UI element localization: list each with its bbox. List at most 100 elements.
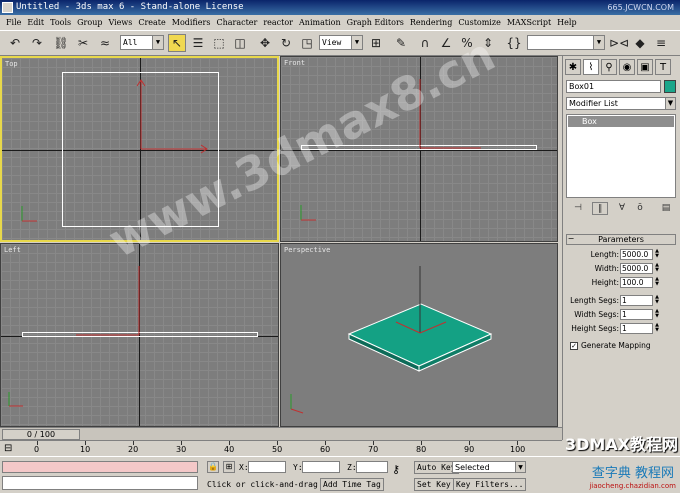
stack-item-box[interactable]: Box <box>568 116 674 127</box>
menu-help[interactable]: Help <box>554 18 579 27</box>
modify-tab-icon[interactable]: ⌇ <box>583 59 599 75</box>
z-coord-field[interactable] <box>356 461 388 473</box>
viewport-left[interactable]: Left <box>0 243 279 427</box>
motion-tab-icon[interactable]: ◉ <box>619 59 635 75</box>
param-height: Height: 100.0 ▲ ▼ <box>591 276 660 288</box>
modifier-stack[interactable]: Box <box>566 114 676 198</box>
absolute-mode-icon[interactable]: ⊞ <box>223 461 235 473</box>
tick-label: 10 <box>80 445 91 454</box>
open-mini-curve-editor-icon[interactable]: ⊟ <box>4 443 18 455</box>
menu-graph-editors[interactable]: Graph Editors <box>344 18 407 27</box>
hierarchy-tab-icon[interactable]: ⚲ <box>601 59 617 75</box>
spinner-icon[interactable]: ▲ ▼ <box>654 323 660 334</box>
select-and-move-icon[interactable]: ✥ <box>256 34 274 52</box>
y-coord-field[interactable] <box>302 461 340 473</box>
checkmark-icon[interactable]: ✓ <box>570 342 578 350</box>
modifier-list-dropdown[interactable]: Modifier List ▼ <box>566 97 676 110</box>
selection-filter-dropdown[interactable]: All ▼ <box>120 35 164 50</box>
tick-label: 0 <box>34 445 40 454</box>
length-field[interactable]: 5000.0 <box>620 249 653 260</box>
status-prompt: Click or click-and-drag <box>207 480 318 489</box>
maxscript-listener-mini[interactable] <box>2 461 198 473</box>
parameters-rollout-header[interactable]: Parameters <box>566 234 676 245</box>
bind-to-space-warp-icon[interactable]: ≈ <box>96 34 114 52</box>
reference-coord-dropdown[interactable]: View ▼ <box>319 35 363 50</box>
object-color-swatch[interactable] <box>664 80 676 93</box>
generate-mapping-checkbox[interactable]: ✓ Generate Mapping <box>570 341 651 350</box>
collapse-icon[interactable]: − <box>566 234 576 245</box>
select-and-link-icon[interactable]: ⛓ <box>52 34 70 52</box>
spinner-icon[interactable]: ▲ ▼ <box>654 249 660 260</box>
spinner-icon[interactable]: ▲ ▼ <box>654 263 660 274</box>
param-length-segs: Length Segs: 1 ▲ ▼ <box>570 294 660 306</box>
tick-label: 90 <box>464 445 475 454</box>
height-segs-field[interactable]: 1 <box>620 323 653 334</box>
mirror-icon[interactable]: ⊳⊲ <box>609 34 629 52</box>
menu-reactor[interactable]: reactor <box>260 18 296 27</box>
redo-icon[interactable]: ↷ <box>28 34 46 52</box>
time-slider-thumb[interactable]: 0 / 100 <box>2 429 80 440</box>
layer-manager-icon[interactable]: ≡ <box>652 34 670 52</box>
track-bar[interactable]: ⊟ 0 10 20 30 40 50 60 70 80 90 100 <box>0 440 562 456</box>
add-time-tag-button[interactable]: Add Time Tag <box>320 478 384 491</box>
key-mode-dropdown[interactable]: Selected ▼ <box>452 461 526 473</box>
tick-label: 50 <box>272 445 283 454</box>
gizmo <box>8 266 140 407</box>
window-crossing-icon[interactable]: ◫ <box>231 34 249 52</box>
select-and-rotate-icon[interactable]: ↻ <box>277 34 295 52</box>
remove-modifier-icon[interactable]: ō <box>632 202 648 215</box>
menu-group[interactable]: Group <box>74 18 105 27</box>
lock-selection-icon[interactable]: 🔒 <box>207 461 219 473</box>
snap-toggle-icon[interactable]: ∩ <box>416 34 434 52</box>
create-tab-icon[interactable]: ✱ <box>565 59 581 75</box>
select-by-name-icon[interactable]: ☰ <box>189 34 207 52</box>
menu-tools[interactable]: Tools <box>47 18 74 27</box>
menu-create[interactable]: Create <box>135 18 168 27</box>
time-slider[interactable]: 0 / 100 <box>0 427 562 440</box>
select-object-icon[interactable]: ↖ <box>168 34 186 52</box>
menu-customize[interactable]: Customize <box>455 18 504 27</box>
viewport-perspective[interactable]: Perspective <box>280 243 558 427</box>
menu-modifiers[interactable]: Modifiers <box>169 18 214 27</box>
key-icon[interactable]: ⚷ <box>392 463 410 476</box>
width-segs-field[interactable]: 1 <box>620 309 653 320</box>
undo-icon[interactable]: ↶ <box>6 34 24 52</box>
select-and-scale-icon[interactable]: ◳ <box>298 34 316 52</box>
brand-watermark-3: jiaocheng.chazidian.com <box>589 482 676 490</box>
menu-edit[interactable]: Edit <box>24 18 47 27</box>
utilities-tab-icon[interactable]: T <box>655 59 671 75</box>
spinner-icon[interactable]: ▲ ▼ <box>654 309 660 320</box>
display-tab-icon[interactable]: ▣ <box>637 59 653 75</box>
tick-label: 100 <box>510 445 526 454</box>
menu-views[interactable]: Views <box>105 18 135 27</box>
named-selection-sets-icon[interactable]: {} <box>505 34 523 52</box>
show-end-result-icon[interactable]: ∥ <box>592 202 608 215</box>
menu-character[interactable]: Character <box>213 18 260 27</box>
select-and-manipulate-icon[interactable]: ✎ <box>392 34 410 52</box>
height-field[interactable]: 100.0 <box>620 277 653 288</box>
menu-bar: File Edit Tools Group Views Create Modif… <box>0 15 680 30</box>
maxscript-output[interactable] <box>2 476 198 490</box>
x-coord-field[interactable] <box>248 461 286 473</box>
menu-rendering[interactable]: Rendering <box>407 18 455 27</box>
unlink-icon[interactable]: ✂ <box>74 34 92 52</box>
key-filters-button[interactable]: Key Filters... <box>453 478 527 491</box>
pin-stack-icon[interactable]: ⊣ <box>570 202 586 215</box>
named-selection-dropdown[interactable]: ▼ <box>527 35 605 50</box>
set-key-button[interactable]: Set Key <box>414 478 454 491</box>
rectangular-selection-icon[interactable]: ⬚ <box>210 34 228 52</box>
width-field[interactable]: 5000.0 <box>620 263 653 274</box>
main-toolbar: ↶ ↷ ⛓ ✂ ≈ All ▼ ↖ ☰ ⬚ ◫ ✥ ↻ ◳ View ▼ ⊞ ✎ ∩… <box>0 30 680 56</box>
chevron-down-icon: ▼ <box>593 36 604 49</box>
object-name-field[interactable]: Box01 <box>566 80 661 93</box>
pivot-center-icon[interactable]: ⊞ <box>367 34 385 52</box>
spinner-icon[interactable]: ▲ ▼ <box>654 295 660 306</box>
align-icon[interactable]: ◆ <box>631 34 649 52</box>
menu-file[interactable]: File <box>3 18 24 27</box>
menu-maxscript[interactable]: MAXScript <box>504 18 554 27</box>
make-unique-icon[interactable]: ∀ <box>614 202 630 215</box>
configure-sets-icon[interactable]: ▤ <box>658 202 674 215</box>
length-segs-field[interactable]: 1 <box>620 295 653 306</box>
menu-animation[interactable]: Animation <box>296 18 344 27</box>
spinner-icon[interactable]: ▲ ▼ <box>654 277 660 288</box>
